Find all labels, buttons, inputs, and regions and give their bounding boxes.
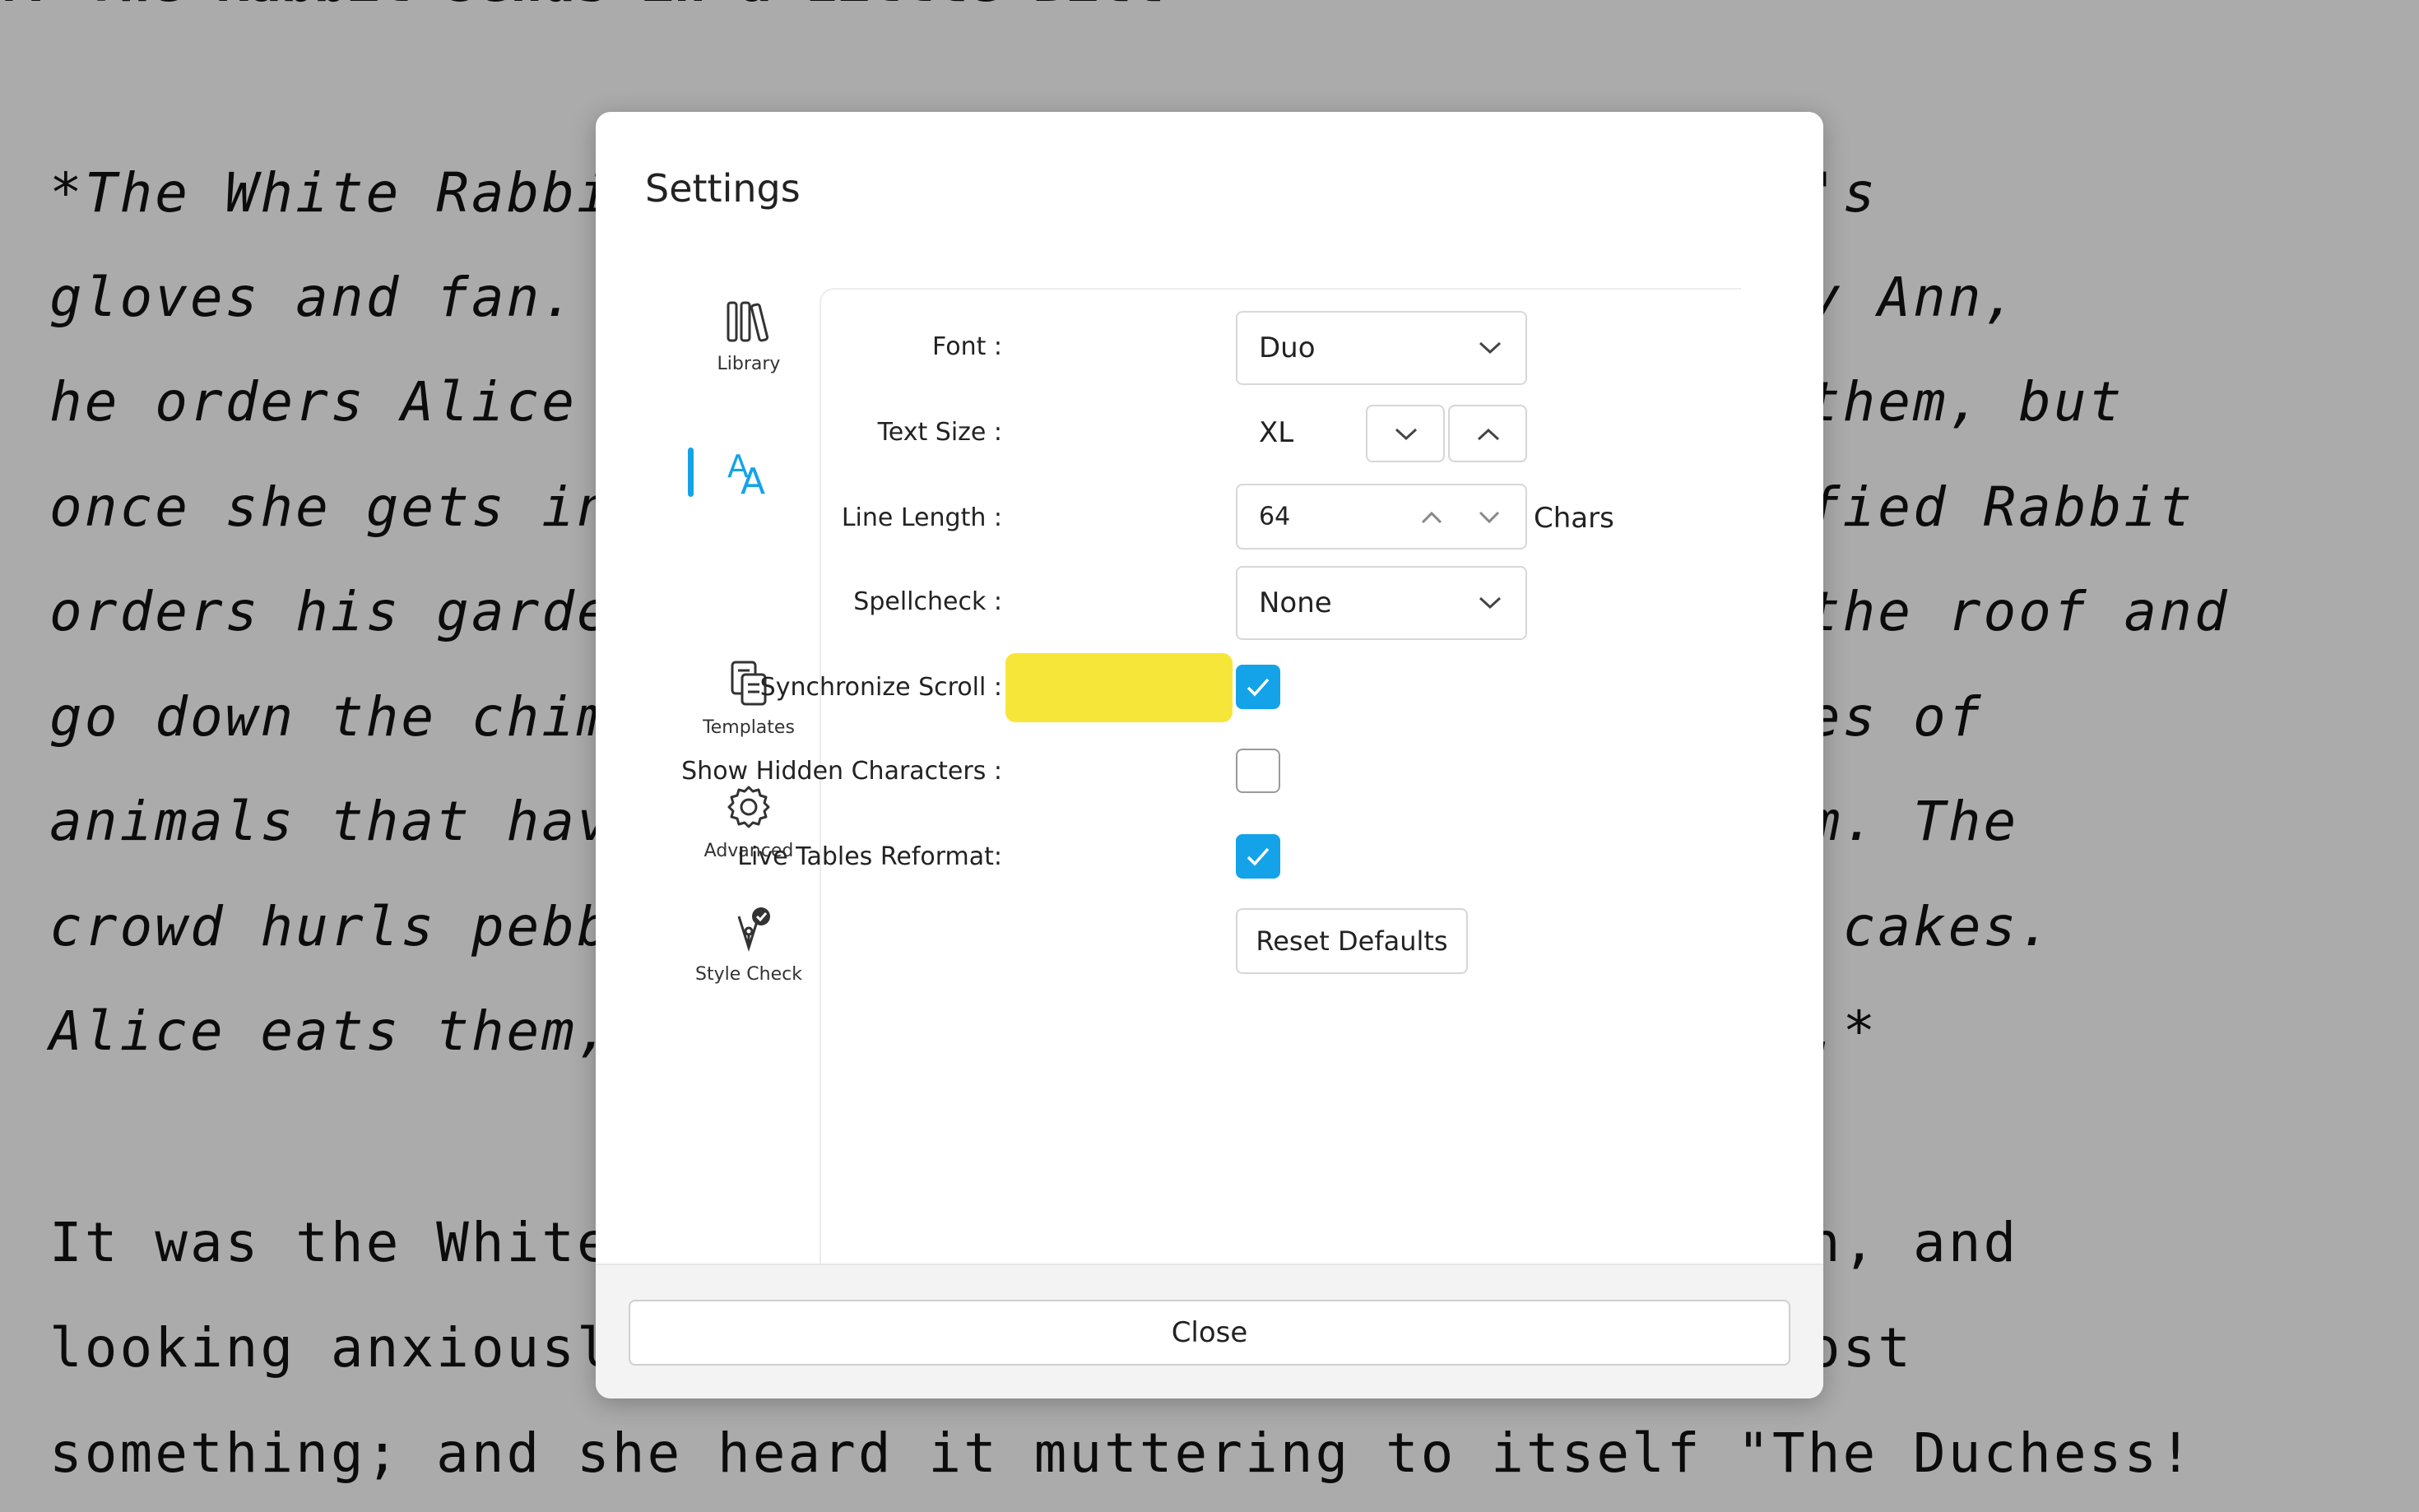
live-tables-label: Live Tables Reformat: [737,842,1002,871]
font-select[interactable]: Duo [1236,311,1527,385]
sync-scroll-label: Synchronize Scroll : [759,673,1002,702]
font-label: Font : [932,332,1002,361]
text-size-label: Text Size : [877,418,1002,447]
line-length-unit: Chars [1534,502,1614,535]
chevron-down-icon [1395,428,1418,441]
reset-defaults-button[interactable]: Reset Defaults [1236,908,1468,974]
line-length-value: 64 [1259,502,1291,531]
dialog-title: Settings [645,166,801,211]
chevron-down-icon [1479,596,1502,610]
hidden-chars-checkbox[interactable] [1236,749,1280,793]
dialog-footer: Close [596,1264,1823,1398]
line-length-stepper[interactable]: 64 [1236,484,1527,550]
checkmark-icon [1247,847,1270,866]
editor-line: something; and she heard it muttering to… [49,1422,2194,1485]
sync-scroll-highlight [1005,653,1233,722]
chevron-down-icon[interactable] [1478,510,1501,525]
nav-item-style-check[interactable]: Style Check [687,907,810,985]
text-size-decrease-button[interactable] [1366,405,1445,462]
text-style-icon: A A [727,448,765,499]
style-check-icon [737,907,770,952]
text-size-value: XL [1259,416,1294,449]
spellcheck-select[interactable]: None [1236,566,1527,640]
line-length-label: Line Length : [841,503,1002,532]
spellcheck-label: Spellcheck : [853,587,1002,616]
nav-item-library[interactable]: Library [687,298,810,374]
chevron-up-icon [1477,428,1500,441]
live-tables-checkbox[interactable] [1236,834,1280,879]
library-icon [727,301,769,342]
chevron-down-icon [1479,341,1502,355]
spellcheck-value: None [1259,587,1332,619]
close-button-label: Close [1171,1316,1248,1349]
reset-defaults-label: Reset Defaults [1256,925,1448,957]
nav-item-text-style[interactable]: A A [687,444,810,508]
text-size-increase-button[interactable] [1448,405,1527,462]
gear-icon [727,786,770,828]
nav-label-library: Library [717,354,781,374]
editor-heading: 4. The Rabbit Sends in a Little Bill [0,0,1163,14]
nav-label-style-check: Style Check [695,964,802,985]
svg-text:A: A [741,461,765,499]
sync-scroll-checkbox[interactable] [1236,665,1280,709]
checkmark-icon [1247,678,1270,697]
close-button[interactable]: Close [629,1300,1790,1366]
font-value: Duo [1259,332,1316,364]
nav-label-templates: Templates [703,717,795,738]
settings-dialog: Settings Library A A Templates Advanced … [596,112,1823,1398]
hidden-chars-label: Show Hidden Characters : [681,757,1002,786]
chevron-up-icon[interactable] [1420,510,1443,525]
